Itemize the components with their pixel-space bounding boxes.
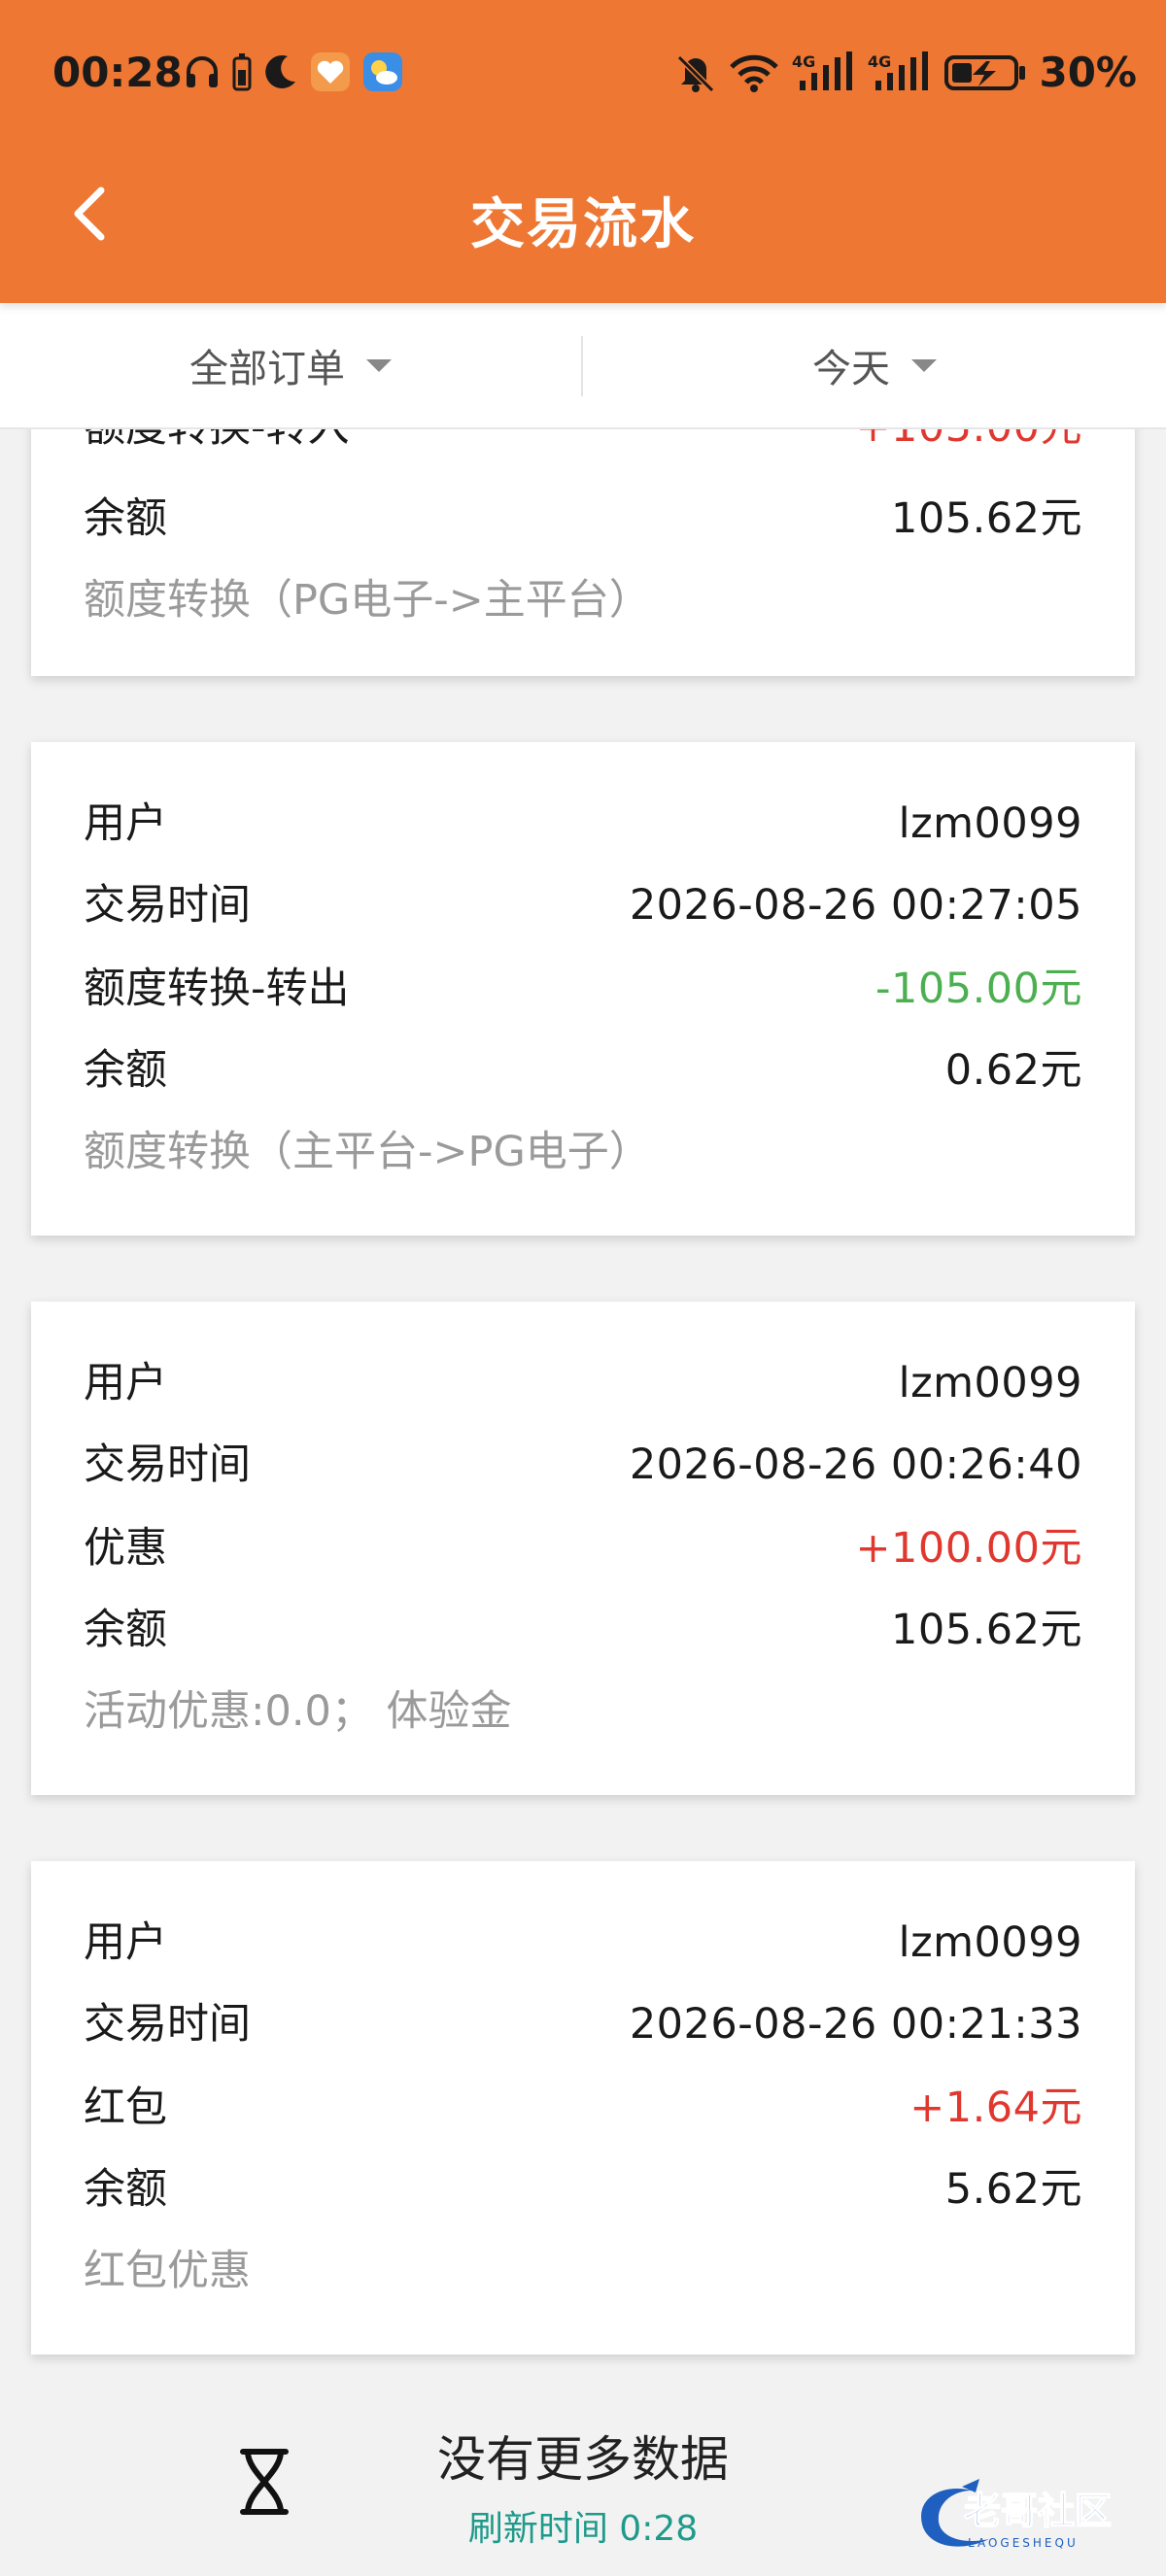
user-value: lzm0099: [898, 1918, 1082, 1967]
balance-label: 余额: [84, 1606, 167, 1654]
app-header: 00:28 4G 4G 30% 交易流水: [0, 0, 1166, 303]
balance-label: 余额: [84, 2165, 167, 2214]
balance-value: 5.62元: [944, 2165, 1082, 2214]
user-label: 用户: [84, 1359, 167, 1407]
mute-bell-icon: [677, 54, 715, 92]
transaction-type-label: 红包: [84, 2084, 167, 2132]
filter-bar: 全部订单 今天: [0, 303, 1166, 429]
signal-label-1: 4G: [792, 52, 815, 71]
time-row: 交易时间 2026-08-26 00:26:40: [84, 1424, 1082, 1506]
user-row: 用户 lzm0099: [84, 1902, 1082, 1983]
user-row: 用户 lzm0099: [84, 1342, 1082, 1424]
signal-label-2: 4G: [868, 52, 891, 71]
time-row: 交易时间 2026-08-26 00:27:05: [84, 864, 1082, 946]
time-label: 交易时间: [84, 1441, 251, 1489]
transaction-card[interactable]: 用户 lzm0099 交易时间 2026-08-26 00:26:40 优惠 +…: [31, 1302, 1135, 1795]
list-footer: 没有更多数据 刷新时间 0:28 老哥社区 LAOGESHEQU: [0, 2390, 1166, 2576]
balance-label: 余额: [84, 1046, 167, 1095]
navigation-bar: 交易流水: [0, 155, 1166, 272]
balance-row: 余额 5.62元: [84, 2149, 1082, 2230]
balance-label: 余额: [84, 494, 167, 543]
transaction-card[interactable]: 用户 lzm0099 交易时间 2026-08-26 00:21:33 红包 +…: [31, 1861, 1135, 2355]
transaction-type-label: 优惠: [84, 1524, 167, 1573]
battery-small-icon: [232, 53, 252, 91]
transaction-type-label: 额度转换-转出: [84, 965, 350, 1013]
user-row: 用户 lzm0099: [84, 783, 1082, 864]
wifi-icon: [730, 54, 779, 92]
order-type-dropdown[interactable]: 全部订单: [0, 303, 581, 427]
page-title: 交易流水: [470, 193, 696, 256]
watermark-text: 老哥社区: [964, 2490, 1112, 2532]
weather-app-icon: [363, 52, 402, 91]
user-label: 用户: [84, 1918, 167, 1967]
transaction-type-row: 红包 +1.64元: [84, 2067, 1082, 2149]
status-time: 00:28: [52, 49, 183, 96]
balance-value: 105.62元: [891, 1606, 1082, 1654]
transaction-note: 额度转换（PG电子->主平台）: [84, 559, 1082, 641]
user-value: lzm0099: [898, 1359, 1082, 1407]
date-range-dropdown[interactable]: 今天: [583, 303, 1166, 427]
watermark-subtext: LAOGESHEQU: [968, 2536, 1079, 2550]
status-right-icons: 4G 4G 30%: [675, 49, 1137, 96]
moon-icon: [265, 54, 295, 88]
user-label: 用户: [84, 799, 167, 848]
transaction-note: 额度转换（主平台->PG电子）: [84, 1111, 1082, 1193]
balance-value: 105.62元: [891, 494, 1082, 543]
status-left-icons: [183, 51, 404, 93]
battery-percent: 30%: [1039, 49, 1137, 96]
transaction-note-text: 额度转换（PG电子->主平台）: [84, 576, 651, 625]
cellular-signal-icon-2: 4G: [868, 51, 929, 90]
time-value: 2026-08-26 00:26:40: [629, 1441, 1082, 1489]
balance-row: 余额 0.62元: [84, 1030, 1082, 1111]
headphones-icon: [187, 56, 218, 87]
transaction-note: 红包优惠: [84, 2230, 1082, 2312]
transaction-amount: +100.00元: [855, 1524, 1082, 1573]
time-value: 2026-08-26 00:21:33: [629, 2000, 1082, 2049]
order-type-label: 全部订单: [189, 347, 345, 391]
battery-charging-icon: [944, 54, 1026, 90]
time-value: 2026-08-26 00:27:05: [629, 881, 1082, 930]
balance-value: 0.62元: [944, 1046, 1082, 1095]
transaction-note-text: 活动优惠:0.0； 体验金: [84, 1687, 512, 1736]
transaction-note-text: 红包优惠: [84, 2247, 251, 2295]
date-range-label: 今天: [812, 347, 890, 391]
balance-row: 余额 105.62元: [84, 1589, 1082, 1671]
balance-row: 余额 105.62元: [84, 478, 1082, 559]
caret-down-icon: [911, 358, 937, 372]
user-value: lzm0099: [898, 799, 1082, 848]
site-watermark-logo: 老哥社区 LAOGESHEQU: [921, 2479, 1113, 2550]
time-row: 交易时间 2026-08-26 00:21:33: [84, 1983, 1082, 2065]
caret-down-icon: [366, 358, 392, 372]
transaction-amount: +1.64元: [909, 2084, 1082, 2132]
transaction-note: 活动优惠:0.0； 体验金: [84, 1671, 1082, 1752]
transaction-type-row: 额度转换-转出 -105.00元: [84, 948, 1082, 1030]
transaction-type-row: 优惠 +100.00元: [84, 1508, 1082, 1589]
status-bar: 00:28 4G 4G 30%: [0, 39, 1166, 107]
time-label: 交易时间: [84, 2000, 251, 2049]
transaction-note-text: 额度转换（主平台->PG电子）: [84, 1128, 651, 1176]
health-app-icon: [311, 52, 350, 91]
transaction-amount: -105.00元: [875, 965, 1082, 1013]
time-label: 交易时间: [84, 881, 251, 930]
transaction-card[interactable]: 用户 lzm0099 交易时间 2026-08-26 00:27:05 额度转换…: [31, 742, 1135, 1236]
cellular-signal-icon-1: 4G: [792, 51, 853, 90]
